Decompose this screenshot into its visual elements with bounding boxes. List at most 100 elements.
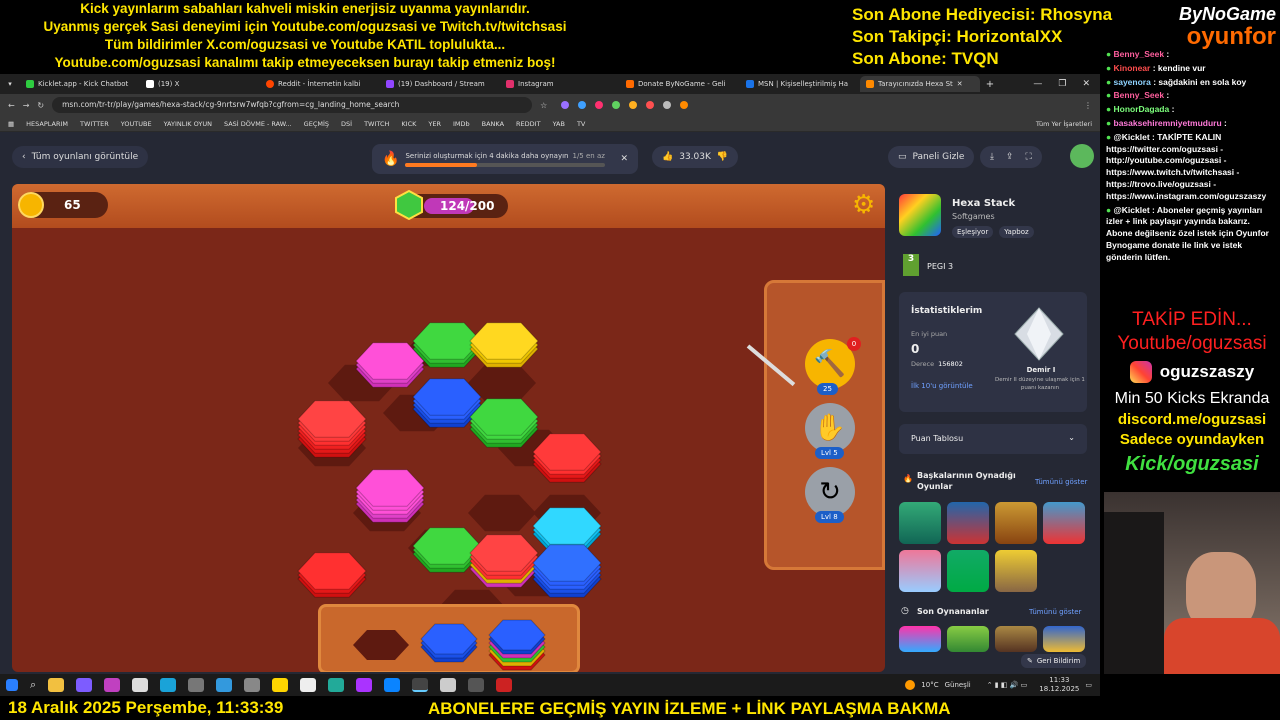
app-icon[interactable] [216,678,233,692]
url-input[interactable]: msn.com/tr-tr/play/games/hexa-stack/cg-9… [52,97,533,113]
chat-username[interactable]: HonorDagada [1114,104,1172,114]
extension-icon[interactable] [578,101,587,109]
gear-icon[interactable]: ⚙ [852,192,878,218]
bookmark[interactable]: YAYINLIK OYUN [164,120,212,128]
extension-icon[interactable] [680,101,689,109]
fullscreen-icon[interactable]: ⛶ [1026,152,1032,162]
file-explorer-icon[interactable] [48,678,65,692]
feedback-button[interactable]: ✎ Geri Bildirim [1021,654,1087,668]
notification-icon[interactable]: ▭ [1085,681,1092,689]
extension-icon[interactable] [663,101,672,109]
edge-icon[interactable] [384,678,401,692]
windows-start-icon[interactable] [6,679,18,691]
game-thumbnail[interactable] [1043,626,1085,652]
close-icon[interactable]: ✕ [957,80,963,88]
chat-username[interactable]: sayenora [1114,77,1154,87]
bookmark[interactable]: TV [577,120,585,128]
download-icon[interactable]: ⤓ [990,152,994,162]
empty-cell[interactable] [468,494,536,532]
search-icon[interactable]: ⌕ [30,678,36,692]
extension-icon[interactable] [595,101,604,109]
bookmark[interactable]: REDDIT [516,120,541,128]
bookmark[interactable]: BANKA [482,120,504,128]
chat-username[interactable]: Benny_Seek [1114,90,1167,100]
app-icon[interactable] [356,678,373,692]
bookmark[interactable]: IMDb [453,120,470,128]
hex-board[interactable] [12,228,752,608]
tab-msn[interactable]: MSN | Kişiselleştirilmiş Ha [740,76,860,92]
hand-booster[interactable]: ✋ [805,403,855,453]
app-icon[interactable] [76,678,93,692]
thumbs-down-icon[interactable]: 👎 [717,152,728,162]
game-thumbnail[interactable] [899,502,941,544]
tray-pieces[interactable] [321,607,577,671]
show-all-link[interactable]: Tümünü göster [1029,608,1081,616]
game-thumbnail[interactable] [947,550,989,592]
bookmark[interactable]: HESAPLARIM [26,120,68,128]
forward-icon[interactable]: → [23,101,30,110]
game-thumbnail[interactable] [995,550,1037,592]
close-window-icon[interactable]: ✕ [1082,79,1090,89]
game-thumbnail[interactable] [995,502,1037,544]
chat-username[interactable]: @Kicklet [1114,205,1153,215]
more-menu-icon[interactable]: ⋮ [1084,101,1092,110]
app-icon[interactable] [440,678,457,692]
tray-icons[interactable]: ⌃ ▮ ◧ 🔊 ▭ [987,681,1028,689]
tab-instagram[interactable]: Instagram [500,76,620,92]
close-icon[interactable]: ✕ [620,154,628,164]
back-to-games-button[interactable]: ‹ Tüm oyunlanı görüntüle [12,146,149,168]
game-canvas[interactable]: 65 124/200 ⚙ 🔨 0 25 ✋ Lvl 5 ↻ Lvl 8 [12,184,885,672]
chat-username[interactable]: Benny_Seek [1114,49,1167,59]
chat-username[interactable]: @Kicklet [1114,132,1153,142]
tab-bynogame[interactable]: Donate ByNoGame - Geli [620,76,740,92]
app-icon[interactable] [468,678,485,692]
game-thumbnail[interactable] [899,550,941,592]
bookmark[interactable]: TWITCH [364,120,389,128]
bookmark[interactable]: YOUTUBE [121,120,152,128]
share-icon[interactable]: ⇪ [1006,152,1014,162]
shuffle-booster[interactable]: ↻ [805,467,855,517]
apps-icon[interactable]: ▦ [8,120,14,128]
app-icon[interactable] [104,678,121,692]
show-all-link[interactable]: Tümünü göster [1035,478,1087,486]
minimize-icon[interactable]: — [1033,79,1042,89]
new-tab-icon[interactable]: + [980,79,1000,90]
bookmark[interactable]: SASİ DÖVME - RAW... [224,120,292,128]
extension-icon[interactable] [612,101,621,109]
like-button[interactable]: 👍 33.03K 👎 [652,146,739,168]
bookmark[interactable]: KICK [401,120,416,128]
game-thumbnail[interactable] [947,502,989,544]
bookmark[interactable]: GEÇMİŞ [304,120,329,128]
clock-date[interactable]: 18.12.2025 [1039,685,1079,694]
bookmark[interactable]: YER [428,120,441,128]
chrome-icon[interactable] [412,678,429,692]
game-thumbnail[interactable] [995,626,1037,652]
bookmark[interactable]: TWITTER [80,120,109,128]
top10-link[interactable]: İlk 10'u görüntüle [911,382,973,390]
tag[interactable]: Eşleşiyor [952,226,994,238]
hide-panel-button[interactable]: ▭ Paneli Gizle [888,146,975,168]
camera-icon[interactable] [244,678,261,692]
back-icon[interactable]: ← [8,101,15,110]
extension-icon[interactable] [629,101,638,109]
reload-icon[interactable]: ↻ [37,101,44,110]
extension-icon[interactable] [646,101,655,109]
game-thumbnail[interactable] [947,626,989,652]
app-icon[interactable] [272,678,289,692]
game-thumbnail[interactable] [1043,502,1085,544]
tab-reddit[interactable]: Reddit - İnternetin kalbi [260,76,380,92]
extension-icon[interactable] [561,101,570,109]
clock-time[interactable]: 11:33 [1039,676,1079,685]
empty-slot[interactable] [353,630,409,660]
tab-twitch[interactable]: (19) Dashboard / Stream [380,76,500,92]
app-icon[interactable] [188,678,205,692]
tab-hexa-stack[interactable]: Tarayıcınızda Hexa St ✕ [860,76,980,92]
tab-kicklet[interactable]: Kicklet.app - Kick Chatbot [20,76,140,92]
tag[interactable]: Yapboz [999,226,1034,238]
maximize-icon[interactable]: ❐ [1058,79,1066,89]
leaderboard-dropdown[interactable]: Puan Tablosu ⌄ [899,424,1087,454]
bookmark-all[interactable]: Tüm Yer İşaretleri [1036,120,1092,128]
app-icon[interactable] [328,678,345,692]
chat-username[interactable]: basaksehiremniyetmuduru [1114,118,1225,128]
game-thumbnail[interactable] [899,626,941,652]
